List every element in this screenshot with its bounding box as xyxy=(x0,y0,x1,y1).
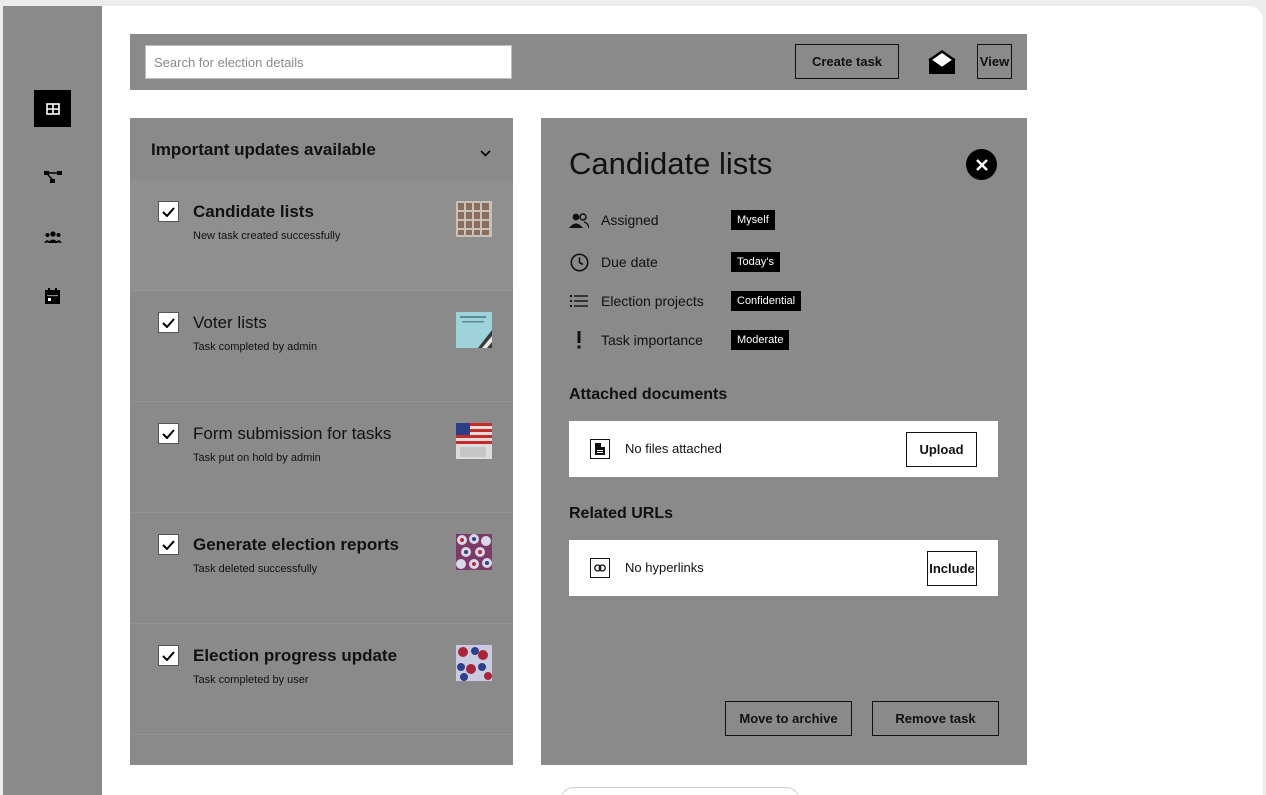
nav-dashboard[interactable] xyxy=(34,90,71,127)
nav-workflow[interactable] xyxy=(34,158,71,195)
check-icon xyxy=(162,428,175,439)
task-checkbox[interactable] xyxy=(158,645,179,666)
link-icon xyxy=(594,564,606,572)
property-assigned: Assigned Myself xyxy=(569,208,989,232)
project-tag[interactable]: Confidential xyxy=(731,291,802,311)
check-icon xyxy=(162,539,175,550)
task-checkbox[interactable] xyxy=(158,423,179,444)
task-status: New task created successfully xyxy=(193,230,341,242)
link-icon-box xyxy=(590,558,610,578)
task-title: Form submission for tasks xyxy=(193,424,392,443)
task-title: Election progress update xyxy=(193,646,398,665)
remove-task-button[interactable]: Remove task xyxy=(872,701,999,736)
clock-icon xyxy=(570,253,588,271)
archive-button[interactable]: Move to archive xyxy=(725,701,852,736)
top-bar: Create task View xyxy=(130,34,1027,90)
people-icon xyxy=(569,212,589,228)
task-checkbox[interactable] xyxy=(158,534,179,555)
task-item-form-submission[interactable]: Form submission for tasks Task put on ho… xyxy=(130,402,513,513)
include-button[interactable]: Include xyxy=(927,551,977,586)
close-icon xyxy=(975,158,988,171)
nav-team[interactable] xyxy=(34,218,71,255)
envelope-open-icon xyxy=(928,50,956,74)
nav-calendar[interactable] xyxy=(34,277,71,314)
documents-box: No files attached Upload xyxy=(569,421,998,477)
task-thumbnail xyxy=(456,201,492,237)
task-thumbnail xyxy=(456,534,492,570)
property-label: Task importance xyxy=(601,332,703,348)
urls-box: No hyperlinks Include xyxy=(569,540,998,596)
bottom-tab[interactable] xyxy=(560,787,800,795)
list-icon xyxy=(570,295,588,307)
grid-icon xyxy=(45,102,60,115)
inbox-button[interactable] xyxy=(927,48,957,76)
task-status: Task completed by user xyxy=(193,674,309,686)
urls-empty-text: No hyperlinks xyxy=(625,560,704,575)
close-button[interactable] xyxy=(966,149,997,180)
create-task-button[interactable]: Create task xyxy=(795,44,899,79)
check-icon xyxy=(162,650,175,661)
calendar-icon xyxy=(45,287,60,304)
app-window: Create task View Important updates avail… xyxy=(3,6,1263,795)
task-detail-panel: Candidate lists Assigned Myself Due date… xyxy=(541,118,1027,765)
urls-heading: Related URLs xyxy=(569,505,674,522)
task-checkbox[interactable] xyxy=(158,201,179,222)
task-thumbnail xyxy=(456,423,492,459)
task-item-candidate-lists[interactable]: Candidate lists New task created success… xyxy=(130,180,513,291)
sidebar xyxy=(3,6,102,795)
task-thumbnail xyxy=(456,312,492,348)
search-input[interactable] xyxy=(145,45,512,79)
documents-empty-text: No files attached xyxy=(625,441,722,456)
upload-button[interactable]: Upload xyxy=(906,432,977,467)
view-button[interactable]: View xyxy=(977,44,1012,79)
check-icon xyxy=(162,206,175,217)
property-due-date: Due date Today's xyxy=(569,250,989,274)
collapse-button[interactable] xyxy=(480,144,491,162)
importance-tag[interactable]: Moderate xyxy=(731,330,790,350)
people-icon xyxy=(43,230,62,243)
task-status: Task completed by admin xyxy=(193,341,318,353)
task-checkbox[interactable] xyxy=(158,312,179,333)
property-task-importance: Task importance Moderate xyxy=(569,328,989,352)
task-item-progress-update[interactable]: Election progress update Task completed … xyxy=(130,624,513,735)
panel-heading: Important updates available xyxy=(151,140,376,159)
task-item-voter-lists[interactable]: Voter lists Task completed by admin xyxy=(130,291,513,402)
task-title: Generate election reports xyxy=(193,535,399,554)
check-icon xyxy=(162,317,175,328)
assigned-tag[interactable]: Myself xyxy=(731,210,775,230)
file-icon-box xyxy=(590,439,610,459)
task-item-generate-reports[interactable]: Generate election reports Task deleted s… xyxy=(130,513,513,624)
task-thumbnail xyxy=(456,645,492,681)
due-date-tag[interactable]: Today's xyxy=(731,252,780,272)
property-label: Assigned xyxy=(601,212,659,228)
task-list-panel: Important updates available Candidate li… xyxy=(130,118,513,765)
task-status: Task put on hold by admin xyxy=(193,452,321,464)
file-icon xyxy=(595,443,605,455)
property-election-projects: Election projects Confidential xyxy=(569,289,989,313)
task-status: Task deleted successfully xyxy=(193,563,318,575)
task-title: Candidate lists xyxy=(193,202,314,221)
detail-title: Candidate lists xyxy=(569,146,773,181)
hierarchy-icon xyxy=(43,170,62,183)
documents-heading: Attached documents xyxy=(569,386,728,403)
task-title: Voter lists xyxy=(193,313,267,332)
property-label: Election projects xyxy=(601,293,704,309)
exclamation-icon xyxy=(577,331,581,349)
property-label: Due date xyxy=(601,254,658,270)
chevron-down-icon xyxy=(480,150,491,157)
